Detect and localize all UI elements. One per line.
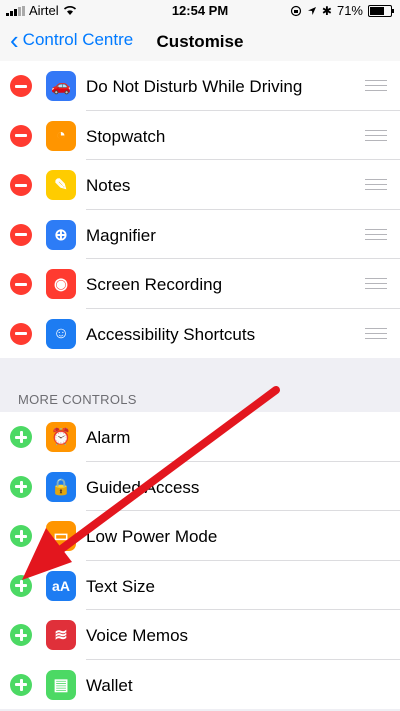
annotation-arrow: [22, 386, 280, 580]
